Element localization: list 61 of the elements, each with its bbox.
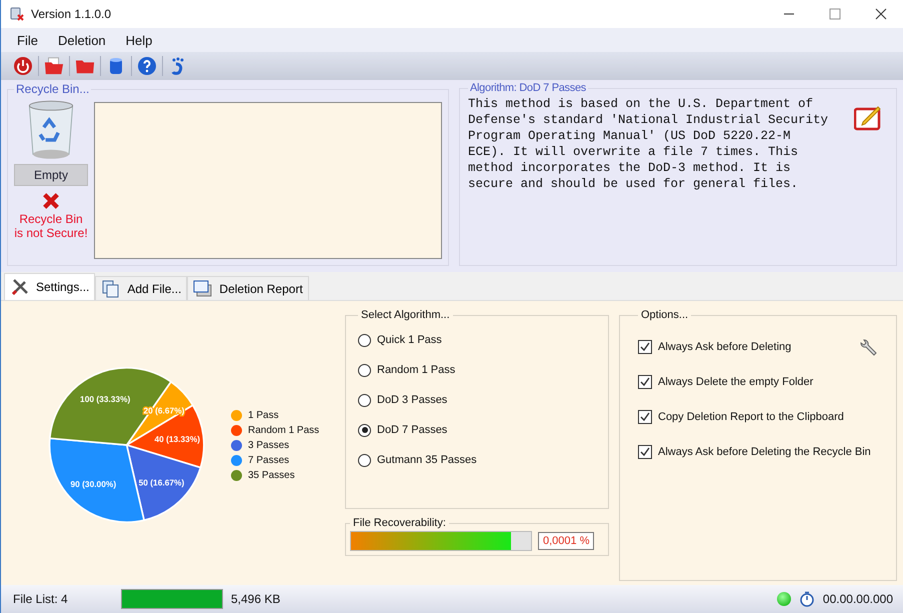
checkbox[interactable] <box>638 374 652 388</box>
legend-label: 35 Passes <box>248 470 295 480</box>
radio-label[interactable]: Quick 1 Pass <box>377 334 442 346</box>
slice-label: 40 (13.33%) <box>154 434 200 444</box>
app-icon <box>9 6 25 22</box>
algorithm-description: This method is based on the U.S. Department of Defense's standard 'National Industrial Security Program Operating Manual' (US DoD 5220.22-M ECE). It will overwrite a file 7 times. This method incorporates the DoD-3 method. It is secure and should be used for general files. <box>468 96 830 192</box>
file-count: File List: 4 <box>13 592 69 606</box>
tab[interactable]: Settings... <box>4 273 96 300</box>
legend-label: 1 Pass <box>248 410 279 420</box>
windows-icon <box>193 278 214 298</box>
checkbox-label[interactable]: Copy Deletion Report to the Clipboard <box>658 410 844 422</box>
checkbox-label[interactable]: Always Ask before Deleting the Recycle Bin <box>658 446 871 458</box>
radio-label[interactable]: Random 1 Pass <box>377 364 456 376</box>
radio-label[interactable]: DoD 3 Passes <box>377 394 448 406</box>
radio-button[interactable] <box>358 364 371 376</box>
checkbox-label[interactable]: Always Delete the empty Folder <box>658 376 814 388</box>
menu-item[interactable]: Deletion <box>58 32 106 48</box>
radio-button[interactable] <box>358 394 371 406</box>
group-title: File Recoverability: <box>352 517 447 529</box>
legend-dot <box>231 440 242 450</box>
legend-label: 3 Passes <box>248 440 290 450</box>
checkbox[interactable] <box>638 410 652 424</box>
tools-icon <box>10 277 30 297</box>
radio-button[interactable] <box>358 424 371 436</box>
legend-dot <box>231 424 242 436</box>
legend-label: 7 Passes <box>248 454 290 466</box>
panel-title: Recycle Bin... <box>15 82 90 96</box>
slice-label: 100 (33.33%) <box>80 394 130 404</box>
group-title: Select Algorithm... <box>360 309 451 321</box>
radio-button[interactable] <box>358 334 371 346</box>
slice-label: 50 (16.67%) <box>138 478 184 488</box>
tab[interactable]: Deletion Report <box>187 276 309 300</box>
close-icon[interactable] <box>875 8 887 20</box>
legend-label: Random 1 Pass <box>248 424 320 436</box>
power-icon[interactable] <box>13 56 33 76</box>
menu-item[interactable]: File <box>17 32 38 48</box>
tab[interactable]: Add File... <box>95 276 188 300</box>
recoverability-reading: 0,0001 % <box>538 532 594 550</box>
legend-dot <box>231 454 242 466</box>
warning-text: Recycle Bin is not Secure! <box>14 212 88 240</box>
checkbox[interactable] <box>638 340 652 354</box>
maximize-icon[interactable] <box>829 8 841 20</box>
legend-dot <box>231 470 242 480</box>
legend-dot <box>231 410 242 420</box>
window-title: Version 1.1.0.0 <box>31 7 112 21</box>
empty-button[interactable]: Empty <box>14 164 88 186</box>
menu-item[interactable]: Help <box>126 32 152 48</box>
help-icon[interactable] <box>137 56 157 76</box>
checkbox[interactable] <box>638 444 652 458</box>
radio-label[interactable]: DoD 7 Passes <box>377 424 448 436</box>
panel-title: Algorithm: DoD 7 Passes <box>469 82 587 94</box>
group-title: Options... <box>640 309 690 321</box>
slice-label: 90 (30.00%) <box>70 478 116 489</box>
total-size: 5,496 KB <box>231 592 280 606</box>
checkbox-label[interactable]: Always Ask before Deleting <box>658 340 792 352</box>
pages-icon <box>101 278 122 298</box>
radio-label[interactable]: Gutmann 35 Passes <box>377 454 477 466</box>
stopwatch-icon <box>798 591 815 607</box>
radio-button[interactable] <box>358 454 371 466</box>
folder-icon[interactable] <box>44 56 64 76</box>
elapsed-time: 00.00.00.000 <box>822 592 893 606</box>
